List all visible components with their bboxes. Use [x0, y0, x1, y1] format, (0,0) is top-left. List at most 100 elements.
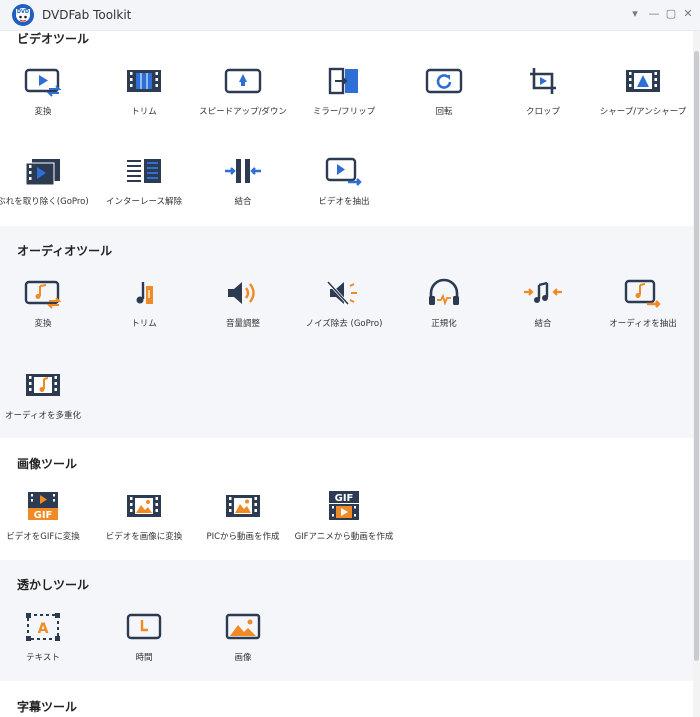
tool-audio-normalize[interactable]: 正規化	[395, 277, 493, 337]
video-to-gif-icon: GIF	[23, 490, 63, 522]
tool-audio-volume[interactable]: 音量調整	[194, 277, 292, 337]
tool-label: PICから動画を作成	[206, 532, 280, 542]
tool-video-to-gif[interactable]: GIF ビデオをGIFに変換	[0, 490, 92, 550]
tool-audio-trim[interactable]: トリム	[95, 277, 193, 337]
svg-text:GIF: GIF	[335, 493, 354, 504]
tool-video-rotate[interactable]: 回転	[395, 65, 493, 125]
tool-label: 結合	[534, 319, 552, 329]
speed-icon	[223, 65, 263, 97]
tool-video-crop[interactable]: クロップ	[494, 65, 592, 125]
close-button[interactable]: ✕	[680, 6, 696, 22]
gif-to-video-icon: GIF	[324, 490, 364, 522]
tool-audio-convert[interactable]: 変換	[0, 277, 92, 337]
tool-video-speed[interactable]: スピードアップ/ダウン	[194, 65, 292, 125]
extract-audio-icon	[623, 277, 663, 309]
image-tools-section: 画像ツール GIF ビデオをGIFに変換 ビデオを画像に変換 PICから動画を作…	[0, 438, 693, 560]
tool-video-mirror[interactable]: ミラー/フリップ	[295, 65, 393, 125]
vertical-scrollbar[interactable]	[693, 31, 700, 717]
stabilize-icon	[23, 155, 63, 187]
tool-audio-denoise[interactable]: ノイズ除去 (GoPro)	[295, 277, 393, 337]
svg-text:GIF: GIF	[34, 510, 53, 521]
merge-icon	[223, 155, 263, 187]
section-title: 字幕ツール	[17, 700, 78, 714]
tool-label: トリム	[131, 319, 157, 329]
tool-label: 画像	[234, 653, 252, 663]
tool-label: スピードアップ/ダウン	[199, 107, 287, 117]
tool-label: 結合	[234, 197, 252, 207]
watermark-tools-section: 透かしツール A テキスト 時間 画像	[0, 560, 693, 681]
tool-audio-multiplex[interactable]: オーディオを多重化	[0, 369, 92, 429]
tool-video-convert[interactable]: 変換	[0, 65, 92, 125]
app-title: DVDFab Toolkit	[42, 8, 132, 22]
tool-gif-to-video[interactable]: GIF GIFアニメから動画を作成	[295, 490, 393, 550]
normalize-icon	[424, 277, 464, 309]
audio-trim-icon	[124, 277, 164, 309]
dvdfab-logo-icon: DVD	[12, 4, 34, 26]
audio-merge-icon	[523, 277, 563, 309]
tool-label: シャープ/アンシャープ	[599, 107, 687, 117]
tool-video-merge[interactable]: 結合	[194, 155, 292, 215]
audio-convert-icon	[23, 277, 63, 309]
subtitle-tools-section: 字幕ツール	[0, 681, 693, 717]
tool-label: ビデオをGIFに変換	[6, 532, 80, 542]
tool-label: テキスト	[26, 653, 60, 663]
tool-label: 時間	[135, 653, 153, 663]
tool-label: 回転	[435, 107, 453, 117]
mirror-icon	[324, 65, 364, 97]
deinterlace-icon	[124, 155, 164, 187]
convert-icon	[23, 65, 63, 97]
crop-icon	[523, 65, 563, 97]
image-watermark-icon	[223, 611, 263, 643]
section-title: オーディオツール	[17, 244, 113, 258]
tool-audio-extract[interactable]: オーディオを抽出	[594, 277, 692, 337]
svg-text:DVD: DVD	[17, 9, 29, 15]
video-to-image-icon	[124, 490, 164, 522]
volume-icon	[223, 277, 263, 309]
section-title: ビデオツール	[17, 32, 90, 46]
scrollbar-thumb[interactable]	[694, 51, 699, 661]
tool-label: インターレース解除	[105, 197, 183, 207]
tool-label: GIFアニメから動画を作成	[294, 532, 394, 542]
tool-label: トリム	[131, 107, 157, 117]
trim-icon	[124, 65, 164, 97]
tool-pic-to-video[interactable]: PICから動画を作成	[194, 490, 292, 550]
multiplex-audio-icon	[23, 369, 63, 401]
tool-watermark-text[interactable]: A テキスト	[0, 611, 92, 671]
tool-video-stabilize[interactable]: ぶれを取り除く(GoPro)	[0, 155, 92, 215]
tool-label: クロップ	[525, 107, 560, 117]
pic-to-video-icon	[223, 490, 263, 522]
tool-label: ノイズ除去 (GoPro)	[305, 319, 383, 329]
text-watermark-icon: A	[23, 611, 63, 643]
section-title: 透かしツール	[17, 578, 90, 592]
tool-label: 変換	[34, 107, 52, 117]
title-bar: DVD DVDFab Toolkit ▾ — ▢ ✕	[0, 0, 700, 31]
minimize-button[interactable]: —	[646, 6, 662, 22]
tool-label: ぶれを取り除く(GoPro)	[0, 197, 89, 207]
toolkit-content: ビデオツール 変換 トリム スピードアップ/ダウン ミラー/フリップ 回転 クロ…	[0, 31, 693, 717]
tool-video-to-image[interactable]: ビデオを画像に変換	[95, 490, 193, 550]
tool-label: ビデオを抽出	[318, 197, 370, 207]
tool-label: オーディオを多重化	[5, 411, 81, 421]
tool-label: ビデオを画像に変換	[105, 532, 183, 542]
tool-audio-merge[interactable]: 結合	[494, 277, 592, 337]
time-watermark-icon	[124, 611, 164, 643]
maximize-button[interactable]: ▢	[663, 6, 679, 22]
section-title: 画像ツール	[17, 457, 78, 471]
video-tools-section: ビデオツール 変換 トリム スピードアップ/ダウン ミラー/フリップ 回転 クロ…	[0, 31, 693, 226]
tool-label: 音量調整	[225, 319, 260, 329]
svg-text:A: A	[38, 621, 49, 637]
tool-watermark-time[interactable]: 時間	[95, 611, 193, 671]
tool-video-sharpen[interactable]: シャープ/アンシャープ	[594, 65, 692, 125]
tool-video-deinterlace[interactable]: インターレース解除	[95, 155, 193, 215]
extract-video-icon	[324, 155, 364, 187]
audio-tools-section: オーディオツール 変換 トリム 音量調整 ノイズ除去 (GoPro) 正規化 結…	[0, 226, 693, 438]
denoise-icon	[324, 277, 364, 309]
menu-dropdown-button[interactable]: ▾	[627, 6, 643, 22]
tool-video-extract[interactable]: ビデオを抽出	[295, 155, 393, 215]
sharpen-icon	[623, 65, 663, 97]
tool-label: 変換	[34, 319, 52, 329]
tool-label: ミラー/フリップ	[312, 107, 376, 117]
tool-watermark-image[interactable]: 画像	[194, 611, 292, 671]
tool-label: 正規化	[431, 319, 457, 329]
tool-video-trim[interactable]: トリム	[95, 65, 193, 125]
